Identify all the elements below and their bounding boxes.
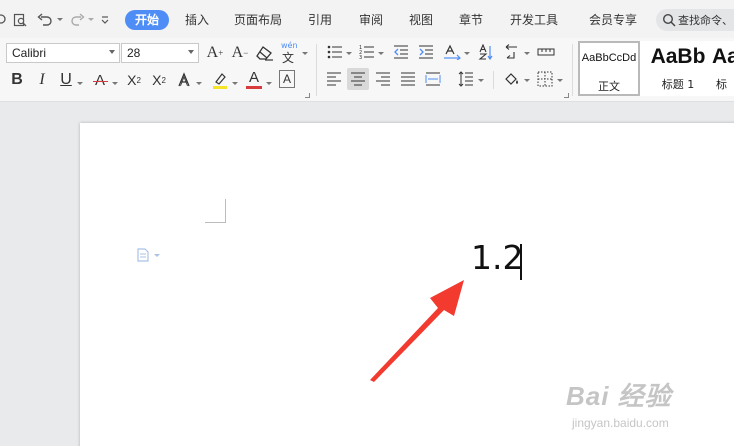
bullet-list-icon[interactable]: [326, 43, 344, 61]
customize-quick-access-icon[interactable]: [98, 11, 112, 29]
align-center-icon[interactable]: [347, 68, 369, 90]
table-ruler-icon[interactable]: [536, 43, 556, 61]
text-direction-icon[interactable]: [442, 43, 462, 61]
style-heading-2-label: 标: [716, 78, 727, 91]
text-direction-dropdown-icon[interactable]: [464, 52, 470, 55]
search-icon: [662, 13, 676, 27]
font-name-combo[interactable]: Calibri: [6, 43, 120, 63]
tab-chapter[interactable]: 章节: [459, 10, 483, 30]
search-doc-icon[interactable]: [0, 11, 8, 29]
watermark-logo-text: Bai 经验: [566, 381, 672, 411]
style-normal[interactable]: AaBbCcDd 正文: [578, 41, 640, 96]
sort-icon[interactable]: [477, 43, 495, 61]
line-spacing-dropdown-icon[interactable]: [478, 79, 484, 82]
underline-dropdown-icon[interactable]: [77, 82, 83, 85]
decrease-indent-icon[interactable]: [392, 43, 410, 61]
tab-developer[interactable]: 开发工具: [510, 10, 558, 30]
bullet-list-dropdown-icon[interactable]: [346, 52, 352, 55]
ribbon-tab-bar: 开始 插入 页面布局 引用 审阅 视图 章节 开发工具 会员专享 查找命令、: [0, 0, 734, 38]
ribbon-separator: [493, 71, 494, 89]
highlight-dropdown-icon[interactable]: [232, 82, 238, 85]
text-cursor: [520, 244, 522, 280]
shading-icon[interactable]: [502, 70, 522, 88]
watermark-url: jingyan.baidu.com: [572, 416, 669, 430]
document-text[interactable]: 1.2: [471, 238, 523, 278]
tab-view[interactable]: 视图: [409, 10, 433, 30]
clear-format-icon[interactable]: [255, 43, 275, 63]
style-heading-2-preview: AaB: [712, 45, 734, 68]
phonetic-dropdown-icon[interactable]: [302, 52, 308, 55]
text-effects-dropdown-icon[interactable]: [196, 82, 202, 85]
superscript-icon[interactable]: X2: [124, 70, 144, 90]
tab-page-layout[interactable]: 页面布局: [234, 10, 282, 30]
print-preview-icon[interactable]: [12, 11, 28, 29]
align-left-icon[interactable]: [325, 70, 343, 88]
page-margin-corner-mark: [205, 199, 226, 223]
style-heading-1[interactable]: AaBb 标题 1: [644, 41, 712, 96]
grow-font-icon[interactable]: A +: [205, 43, 225, 63]
character-border-icon[interactable]: A: [279, 70, 295, 88]
font-color-icon[interactable]: A: [246, 68, 262, 90]
style-heading-1-label: 标题 1: [661, 78, 695, 91]
numbered-list-icon[interactable]: 123: [358, 43, 376, 61]
chevron-down-icon: [188, 50, 194, 54]
strikethrough-dropdown-icon[interactable]: [112, 82, 118, 85]
phonetic-guide-icon[interactable]: wén 文: [279, 41, 301, 65]
show-hide-marks-icon[interactable]: [502, 43, 522, 61]
subscript-icon[interactable]: X2: [149, 70, 169, 90]
font-size-combo[interactable]: 28: [121, 43, 199, 63]
distributed-align-icon[interactable]: [424, 70, 442, 88]
redo-dropdown-icon[interactable]: [88, 18, 94, 21]
style-heading-1-preview: AaBb: [650, 45, 706, 68]
search-placeholder: 查找命令、: [678, 14, 733, 27]
shading-dropdown-icon[interactable]: [524, 79, 530, 82]
style-normal-label: 正文: [598, 80, 620, 93]
chevron-down-icon: [109, 50, 115, 54]
underline-icon[interactable]: U: [58, 70, 74, 90]
undo-dropdown-icon[interactable]: [57, 18, 63, 21]
tab-review[interactable]: 审阅: [359, 10, 383, 30]
font-size-value: 28: [127, 46, 141, 60]
tab-insert[interactable]: 插入: [185, 10, 209, 30]
document-icon: [137, 248, 149, 262]
italic-icon[interactable]: I: [34, 70, 50, 90]
bold-icon[interactable]: B: [9, 70, 25, 90]
text-effects-icon[interactable]: [176, 70, 192, 90]
wps-writer-window: 开始 插入 页面布局 引用 审阅 视图 章节 开发工具 会员专享 查找命令、 C…: [0, 0, 734, 446]
chevron-down-icon: [154, 253, 160, 257]
borders-icon[interactable]: [536, 70, 554, 88]
numbered-list-dropdown-icon[interactable]: [378, 52, 384, 55]
home-ribbon: Calibri 28 A+ A− wén 文 B I U A X2 X2: [0, 38, 734, 102]
baidu-jingyan-watermark: Bai 经验 jingyan.baidu.com: [566, 368, 734, 446]
tab-references[interactable]: 引用: [308, 10, 332, 30]
ribbon-separator: [316, 44, 317, 96]
font-dialog-launcher-icon[interactable]: [305, 93, 310, 98]
style-normal-preview: AaBbCcDd: [581, 52, 637, 64]
redo-icon[interactable]: [70, 11, 86, 29]
justify-icon[interactable]: [399, 70, 417, 88]
strikethrough-icon[interactable]: A: [91, 70, 109, 90]
line-spacing-icon[interactable]: [457, 70, 475, 88]
shrink-font-icon[interactable]: A −: [230, 43, 250, 63]
paragraph-dialog-launcher-icon[interactable]: [564, 93, 569, 98]
highlight-icon[interactable]: [211, 70, 229, 90]
show-hide-dropdown-icon[interactable]: [524, 52, 530, 55]
tab-home[interactable]: 开始: [125, 10, 170, 30]
align-right-icon[interactable]: [374, 70, 392, 88]
font-name-value: Calibri: [12, 46, 47, 60]
increase-indent-icon[interactable]: [417, 43, 435, 61]
style-gallery: AaBbCcDd 正文 AaBb 标题 1 AaB 标: [578, 41, 734, 96]
ribbon-separator: [572, 44, 573, 96]
style-heading-2[interactable]: AaB 标: [712, 41, 734, 96]
borders-dropdown-icon[interactable]: [557, 79, 563, 82]
undo-icon[interactable]: [36, 11, 54, 29]
tab-membership[interactable]: 会员专享: [589, 10, 637, 30]
paragraph-layout-handle[interactable]: [136, 248, 160, 262]
svg-text:3: 3: [359, 55, 362, 60]
command-search-box[interactable]: 查找命令、: [656, 9, 734, 31]
font-color-dropdown-icon[interactable]: [266, 82, 272, 85]
red-arrow-annotation: [370, 280, 464, 382]
